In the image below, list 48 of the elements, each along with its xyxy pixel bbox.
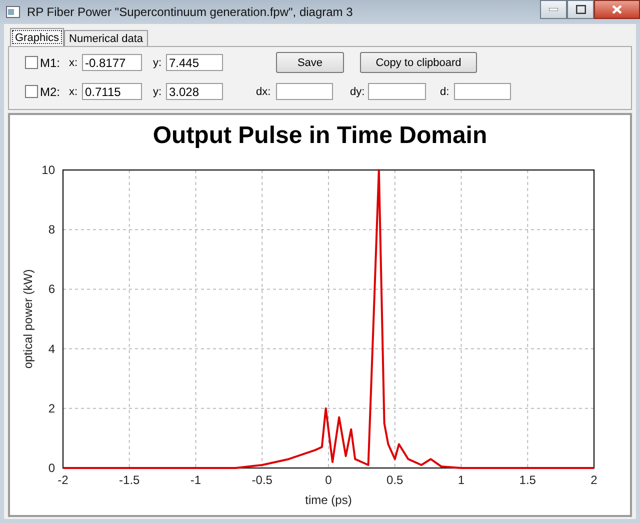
field-label: dx:	[256, 86, 272, 98]
y-tick-label: 10	[42, 163, 55, 177]
y-tick-label: 2	[48, 401, 55, 416]
close-button[interactable]	[594, 0, 640, 19]
x-tick-label: 0	[325, 473, 332, 487]
x-tick-label: 1.5	[519, 473, 536, 487]
input-field[interactable]	[276, 83, 333, 100]
field-label: d:	[440, 86, 450, 98]
input-field[interactable]	[368, 83, 426, 100]
x-tick-label: 2	[590, 473, 598, 487]
checkbox[interactable]	[25, 56, 38, 69]
app-icon	[6, 6, 20, 18]
marker-label: M2:	[40, 84, 62, 98]
marker-label: M1:	[40, 56, 62, 70]
input-field[interactable]	[454, 83, 511, 100]
y-axis-label: optical power (kW)	[21, 269, 35, 369]
minimize-button[interactable]	[540, 0, 567, 19]
field-label: dy:	[350, 86, 366, 98]
x-tick-label: -0.5	[252, 473, 272, 487]
tab[interactable]: Numerical data	[64, 30, 148, 46]
x-tick-label: -1.5	[119, 473, 140, 487]
x-tick-label: 0.5	[386, 473, 404, 487]
x-tick-label: -2	[58, 473, 68, 487]
x-tick-label: 1	[458, 473, 465, 487]
field-label: x:	[69, 56, 79, 68]
tab[interactable]: Graphics	[10, 28, 64, 46]
maximize-icon	[576, 5, 586, 14]
field-label: y:	[153, 56, 163, 68]
x-axis-label: time (ps)	[305, 493, 352, 507]
x-field[interactable]: -0.8177	[82, 54, 142, 71]
y-tick-label: 6	[48, 282, 55, 296]
chart-title: Output Pulse in Time Domain	[152, 122, 488, 149]
maximize-button[interactable]	[567, 0, 594, 19]
x-field[interactable]: 0.7115	[82, 83, 142, 100]
save-button[interactable]: Save	[276, 52, 344, 73]
field-label: y:	[153, 86, 163, 98]
y-field[interactable]: 3.028	[166, 83, 223, 100]
checkbox[interactable]	[25, 85, 38, 98]
y-tick-label: 8	[48, 222, 55, 237]
y-field[interactable]: 7.445	[166, 54, 223, 71]
copy-button[interactable]: Copy to clipboard	[360, 52, 477, 73]
minimize-icon	[549, 8, 558, 11]
y-tick-label: 4	[48, 342, 55, 356]
close-icon	[612, 5, 622, 14]
field-label: x:	[69, 86, 79, 98]
y-tick-label: 0	[48, 461, 55, 475]
window-title: RP Fiber Power "Supercontinuum generation.fpw", diagram 3	[27, 5, 353, 19]
x-tick-label: -1	[190, 473, 202, 487]
